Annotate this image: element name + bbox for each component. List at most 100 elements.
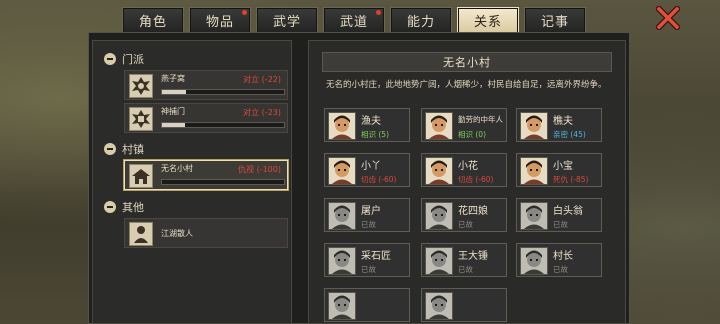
npc-portrait-icon [520,247,548,275]
tab-label: 物品 [205,15,234,30]
sect-emblem-icon [129,107,153,131]
npc-status: 已故 [361,220,376,229]
npc-portrait-icon [520,202,548,230]
npc-card[interactable]: 白头翁 已故 [516,198,602,232]
npc-card[interactable]: 采石匠 已故 [324,243,410,277]
alert-dot-icon [242,10,247,15]
group-header-sect[interactable]: 门派 [104,50,144,68]
npc-portrait-icon [425,157,453,185]
faction-item-selected[interactable]: 无名小村 仇视 (-100) [124,160,288,190]
npc-status: 相识 (0) [458,130,487,139]
tab-label: 关系 [473,15,502,30]
npc-name: 屠户 [361,206,381,217]
relation-bar-fill [162,90,187,94]
tab-martial-arts[interactable]: 武学 [256,7,318,33]
faction-relation: 对立 (-22) [243,75,281,84]
npc-status: 已故 [553,265,568,274]
npc-portrait-icon [328,157,356,185]
npc-portrait-icon [425,292,453,320]
npc-card[interactable]: 勤劳的中年人 相识 (0) [421,108,507,142]
faction-name: 神捕门 [161,107,185,116]
npc-name: 采石匠 [361,251,391,262]
npc-name: 白头翁 [553,206,583,217]
tab-items[interactable]: 物品 [189,7,251,33]
npc-status: 已故 [553,220,568,229]
npc-card[interactable]: 村长 已故 [516,243,602,277]
npc-status: 亲密 (45) [553,130,586,139]
npc-name: 小花 [458,161,478,172]
group-label: 门派 [122,53,144,66]
npc-card[interactable]: 渔夫相识 (5) [324,108,410,142]
npc-portrait-icon [520,157,548,185]
npc-status: 已故 [361,265,376,274]
collapse-icon [104,53,116,65]
npc-portrait-icon [328,292,356,320]
npc-card[interactable]: 小宝死仇 (-85) [516,153,602,187]
npc-status: 相识 (5) [361,130,390,139]
npc-name: 村长 [553,251,573,262]
group-header-other[interactable]: 其他 [104,198,144,216]
faction-name: 燕子窝 [161,74,185,83]
tab-journal[interactable]: 记事 [524,7,586,33]
close-button[interactable] [654,4,682,32]
faction-relation: 对立 (-23) [243,108,281,117]
village-house-icon [129,164,153,188]
npc-card[interactable]: 王大锤 已故 [421,243,507,277]
npc-card[interactable]: 屠户 已故 [324,198,410,232]
tab-label: 武道 [339,15,368,30]
npc-card[interactable]: 花四娘 已故 [421,198,507,232]
npc-status: 切齿 (-60) [361,175,397,184]
wanderer-icon [129,222,153,246]
relation-bar [161,179,285,185]
close-x-icon [654,4,682,32]
faction-name: 无名小村 [161,164,193,173]
tab-label: 记事 [540,15,569,30]
tab-martial-way[interactable]: 武道 [323,7,385,33]
tab-label: 武学 [272,15,301,30]
npc-portrait-icon [328,112,356,140]
npc-name: 小丫 [361,161,381,172]
group-label: 村镇 [122,143,144,156]
group-header-village[interactable]: 村镇 [104,140,144,158]
npc-name: 樵夫 [553,116,573,127]
faction-relation: 仇视 (-100) [238,165,281,174]
tab-relations[interactable]: 关系 [457,7,519,33]
npc-portrait-icon [328,247,356,275]
npc-name: 小宝 [553,161,573,172]
npc-card[interactable]: 小花切齿 (-60) [421,153,507,187]
faction-item[interactable]: 神捕门 对立 (-23) [124,103,288,133]
tab-bar: 角色 物品 武学 武道 能力 关系 记事 [122,7,586,33]
npc-name: 勤劳的中年人 [458,115,503,124]
tab-character[interactable]: 角色 [122,7,184,33]
npc-status: 已故 [458,265,473,274]
npc-card[interactable] [421,288,507,322]
tab-label: 能力 [406,15,435,30]
npc-name: 渔夫 [361,116,381,127]
npc-portrait-icon [425,112,453,140]
detail-title: 无名小村 [322,52,612,72]
faction-item[interactable]: 江湖散人 [124,218,288,248]
npc-portrait-icon [520,112,548,140]
npc-portrait-icon [425,202,453,230]
faction-item[interactable]: 燕子窝 对立 (-22) [124,70,288,100]
npc-portrait-icon [328,202,356,230]
tab-label: 角色 [138,15,167,30]
npc-status: 死仇 (-85) [553,175,589,184]
npc-status: 切齿 (-60) [458,175,494,184]
npc-card[interactable]: 樵夫亲密 (45) [516,108,602,142]
sect-emblem-icon [129,74,153,98]
npc-name: 王大锤 [458,251,488,262]
npc-card[interactable] [324,288,410,322]
group-label: 其他 [122,201,144,214]
alert-dot-icon [376,10,381,15]
tab-abilities[interactable]: 能力 [390,7,452,33]
npc-card[interactable]: 小丫切齿 (-60) [324,153,410,187]
npc-name: 花四娘 [458,206,488,217]
relation-bar [161,89,285,95]
detail-description: 无名的小村庄，此地地势广阔，人烟稀少，村民自给自足，远离外界纷争。 [326,80,607,90]
relation-bar-fill [162,123,186,127]
relation-bar [161,122,285,128]
collapse-icon [104,143,116,155]
collapse-icon [104,201,116,213]
npc-status: 已故 [458,220,473,229]
